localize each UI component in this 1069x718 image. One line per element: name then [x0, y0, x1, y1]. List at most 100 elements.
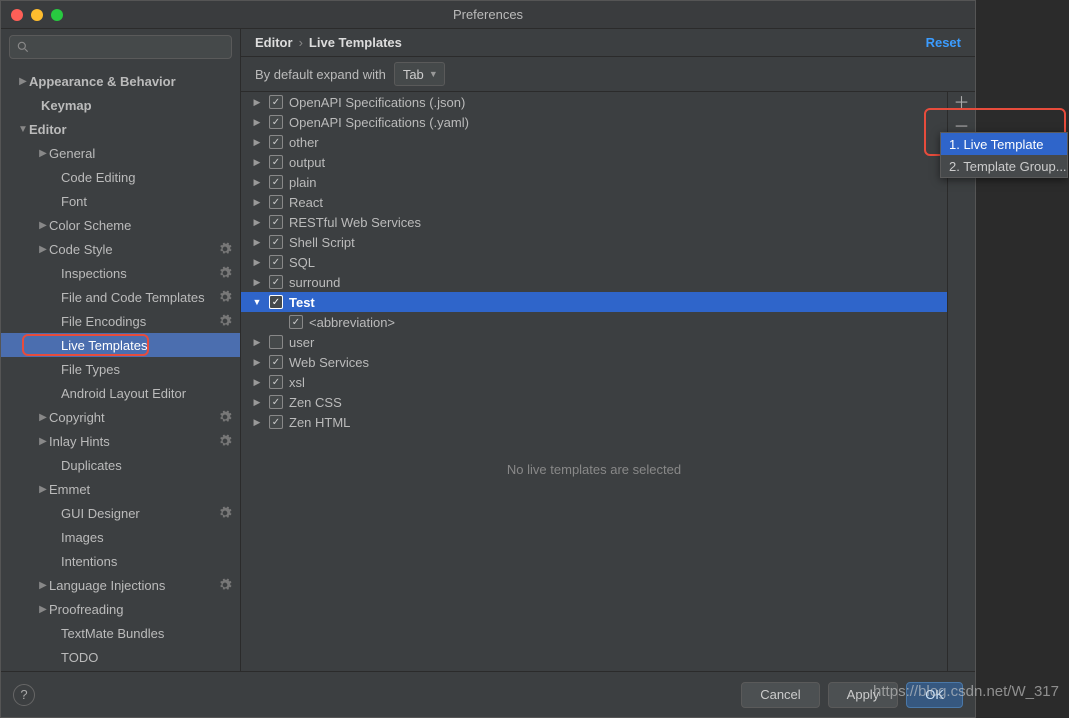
- checkbox[interactable]: [269, 115, 283, 129]
- sidebar-item-label: Copyright: [49, 410, 218, 425]
- expand-arrow-icon: [251, 117, 263, 128]
- sidebar-item[interactable]: Color Scheme: [1, 213, 240, 237]
- template-item[interactable]: RESTful Web Services: [241, 212, 947, 232]
- sidebar-item[interactable]: Copyright: [1, 405, 240, 429]
- expand-arrow-icon: [251, 137, 263, 148]
- template-item[interactable]: Test: [241, 292, 947, 312]
- sidebar-item[interactable]: TextMate Bundles: [1, 621, 240, 645]
- checkbox[interactable]: [269, 175, 283, 189]
- footer: ? Cancel Apply OK: [1, 671, 975, 717]
- main-panel: Editor › Live Templates Reset By default…: [241, 29, 975, 671]
- template-item[interactable]: xsl: [241, 372, 947, 392]
- checkbox[interactable]: [269, 235, 283, 249]
- templates-list[interactable]: OpenAPI Specifications (.json) OpenAPI Sp…: [241, 92, 947, 671]
- settings-tree[interactable]: Appearance & Behavior Keymap Editor General…: [1, 65, 240, 671]
- search-input[interactable]: [9, 35, 232, 59]
- sidebar-item-label: Editor: [29, 122, 240, 137]
- body: Appearance & Behavior Keymap Editor General…: [1, 29, 975, 671]
- expand-combo[interactable]: Tab: [394, 62, 445, 86]
- expand-arrow-icon: [251, 177, 263, 188]
- expand-toolbar: By default expand with Tab: [241, 57, 975, 91]
- template-item[interactable]: plain: [241, 172, 947, 192]
- sidebar-item-label: Live Templates: [61, 338, 240, 353]
- template-item[interactable]: SQL: [241, 252, 947, 272]
- template-item[interactable]: OpenAPI Specifications (.json): [241, 92, 947, 112]
- crumb-editor[interactable]: Editor: [255, 35, 293, 50]
- sidebar-item[interactable]: Duplicates: [1, 453, 240, 477]
- sidebar-item[interactable]: GUI Designer: [1, 501, 240, 525]
- expand-arrow-icon: [37, 148, 49, 159]
- sidebar-item[interactable]: Inlay Hints: [1, 429, 240, 453]
- template-item[interactable]: Web Services: [241, 352, 947, 372]
- checkbox[interactable]: [289, 315, 303, 329]
- expand-label: By default expand with: [255, 67, 386, 82]
- template-item[interactable]: <abbreviation>: [241, 312, 947, 332]
- sidebar-item[interactable]: Proofreading: [1, 597, 240, 621]
- ok-button[interactable]: OK: [906, 682, 963, 708]
- checkbox[interactable]: [269, 95, 283, 109]
- sidebar-item[interactable]: Inspections: [1, 261, 240, 285]
- sidebar-item[interactable]: Appearance & Behavior: [1, 69, 240, 93]
- template-item[interactable]: React: [241, 192, 947, 212]
- reset-link[interactable]: Reset: [926, 35, 961, 50]
- popup-template-group[interactable]: 2. Template Group...: [941, 155, 1067, 177]
- expand-arrow-icon: [37, 436, 49, 447]
- expand-arrow-icon: [17, 76, 29, 87]
- checkbox[interactable]: [269, 395, 283, 409]
- cancel-button[interactable]: Cancel: [741, 682, 819, 708]
- template-label: user: [289, 335, 314, 350]
- template-item[interactable]: output: [241, 152, 947, 172]
- sidebar-item[interactable]: File and Code Templates: [1, 285, 240, 309]
- sidebar-item[interactable]: File Types: [1, 357, 240, 381]
- checkbox[interactable]: [269, 195, 283, 209]
- sidebar-item[interactable]: Code Editing: [1, 165, 240, 189]
- sidebar-item[interactable]: Keymap: [1, 93, 240, 117]
- sidebar-item[interactable]: Language Injections: [1, 573, 240, 597]
- sidebar: Appearance & Behavior Keymap Editor General…: [1, 29, 241, 671]
- sidebar-item-label: Appearance & Behavior: [29, 74, 240, 89]
- template-item[interactable]: Zen HTML: [241, 412, 947, 432]
- sidebar-item-label: File Types: [61, 362, 240, 377]
- add-button[interactable]: ＋: [953, 96, 969, 112]
- checkbox[interactable]: [269, 275, 283, 289]
- help-button[interactable]: ?: [13, 684, 35, 706]
- sidebar-item[interactable]: Code Style: [1, 237, 240, 261]
- checkbox[interactable]: [269, 255, 283, 269]
- sidebar-item[interactable]: Live Templates: [1, 333, 240, 357]
- sidebar-item[interactable]: Intentions: [1, 549, 240, 573]
- checkbox[interactable]: [269, 215, 283, 229]
- sidebar-item-label: TextMate Bundles: [61, 626, 240, 641]
- template-label: OpenAPI Specifications (.json): [289, 95, 465, 110]
- gear-icon: [218, 242, 232, 256]
- sidebar-item-label: Intentions: [61, 554, 240, 569]
- checkbox[interactable]: [269, 335, 283, 349]
- sidebar-item[interactable]: TODO: [1, 645, 240, 669]
- checkbox[interactable]: [269, 135, 283, 149]
- empty-message: No live templates are selected: [241, 432, 947, 507]
- sidebar-item-label: Color Scheme: [49, 218, 240, 233]
- template-item[interactable]: user: [241, 332, 947, 352]
- sidebar-item[interactable]: Font: [1, 189, 240, 213]
- checkbox[interactable]: [269, 295, 283, 309]
- popup-live-template[interactable]: 1. Live Template: [941, 133, 1067, 155]
- apply-button[interactable]: Apply: [828, 682, 899, 708]
- checkbox[interactable]: [269, 375, 283, 389]
- sidebar-item[interactable]: File Encodings: [1, 309, 240, 333]
- template-item[interactable]: other: [241, 132, 947, 152]
- sidebar-item[interactable]: Android Layout Editor: [1, 381, 240, 405]
- template-item[interactable]: Zen CSS: [241, 392, 947, 412]
- template-item[interactable]: Shell Script: [241, 232, 947, 252]
- template-item[interactable]: surround: [241, 272, 947, 292]
- checkbox[interactable]: [269, 355, 283, 369]
- sidebar-item[interactable]: General: [1, 141, 240, 165]
- template-item[interactable]: OpenAPI Specifications (.yaml): [241, 112, 947, 132]
- template-label: Zen CSS: [289, 395, 342, 410]
- template-label: SQL: [289, 255, 315, 270]
- sidebar-item[interactable]: Images: [1, 525, 240, 549]
- sidebar-item[interactable]: Editor: [1, 117, 240, 141]
- sidebar-item[interactable]: Emmet: [1, 477, 240, 501]
- gear-icon: [218, 266, 232, 280]
- checkbox[interactable]: [269, 155, 283, 169]
- add-popup: 1. Live Template 2. Template Group...: [940, 132, 1068, 178]
- checkbox[interactable]: [269, 415, 283, 429]
